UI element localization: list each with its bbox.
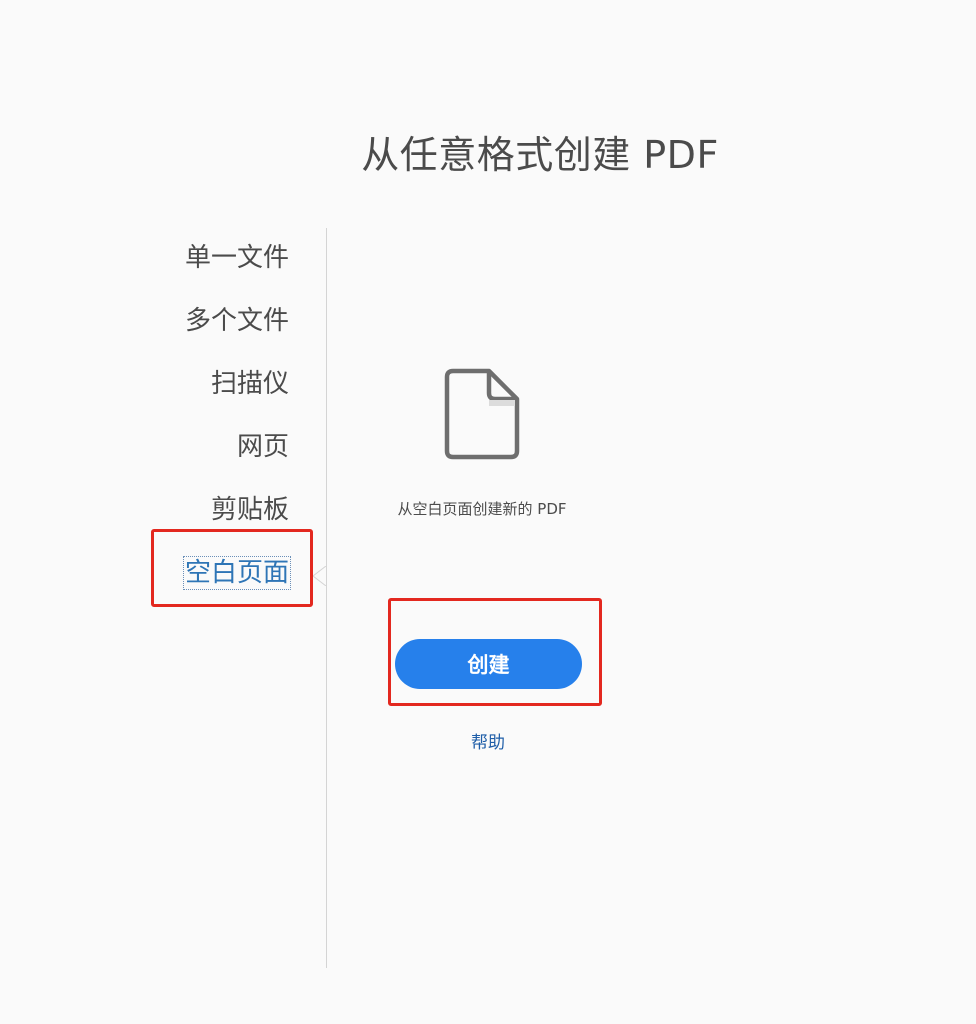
sidebar-item-label: 空白页面	[182, 556, 292, 590]
sidebar-item-web-page[interactable]: 网页	[100, 425, 290, 488]
source-sidebar: 单一文件 多个文件 扫描仪 网页 剪贴板 空白页面	[100, 236, 292, 614]
vertical-divider	[326, 228, 327, 968]
sidebar-item-label: 扫描仪	[210, 369, 289, 399]
sidebar-item-label: 剪贴板	[210, 495, 289, 525]
sidebar-item-label: 网页	[236, 432, 289, 462]
help-link[interactable]: 帮助	[438, 728, 538, 753]
sidebar-item-label: 单一文件	[184, 243, 289, 273]
page-title: 从任意格式创建 PDF	[361, 133, 719, 177]
sidebar-item-single-file[interactable]: 单一文件	[100, 236, 290, 299]
sidebar-item-blank-page[interactable]: 空白页面	[100, 551, 292, 614]
sidebar-item-scanner[interactable]: 扫描仪	[100, 362, 290, 425]
sidebar-item-label: 多个文件	[184, 306, 289, 336]
blank-document-icon	[444, 368, 520, 460]
blank-page-description: 从空白页面创建新的 PDF	[397, 500, 567, 518]
create-button[interactable]: 创建	[395, 639, 582, 689]
sidebar-item-multiple-files[interactable]: 多个文件	[100, 299, 290, 362]
sidebar-item-clipboard[interactable]: 剪贴板	[100, 488, 290, 551]
selection-pointer-icon	[312, 566, 326, 586]
